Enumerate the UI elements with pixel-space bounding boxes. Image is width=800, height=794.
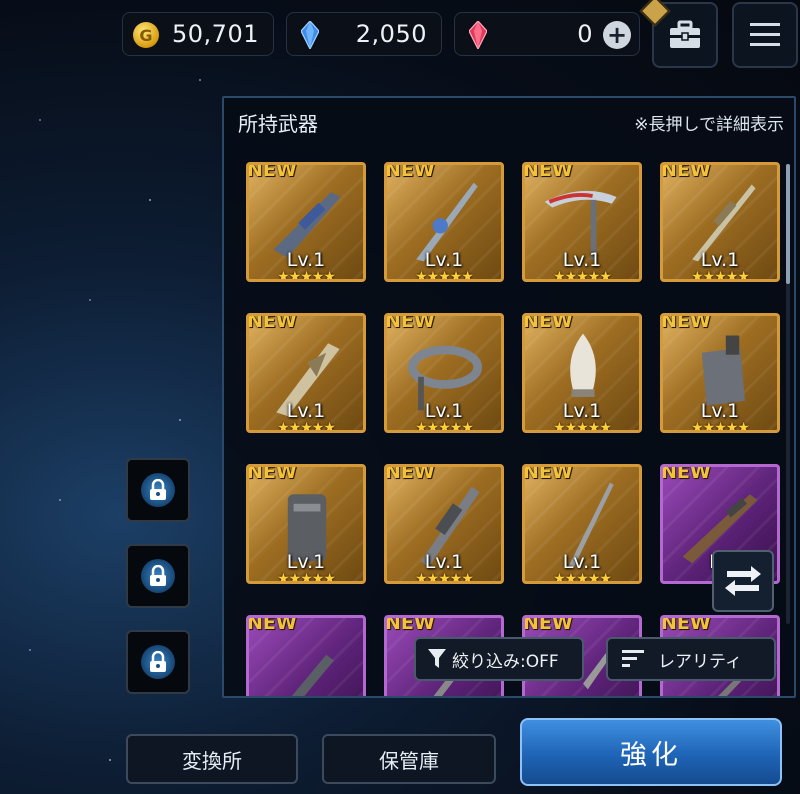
weapon-card[interactable]: NEW Lv.1 ★★★★★: [522, 464, 642, 584]
rarity-stars: ★★★★★: [553, 571, 612, 584]
new-badge: NEW: [385, 313, 435, 332]
weapon-level: Lv.1: [562, 249, 602, 271]
panel-title: 所持武器: [238, 112, 318, 136]
weapon-card[interactable]: NEW Lv.1 ★★★★★: [384, 464, 504, 584]
new-badge: NEW: [523, 162, 573, 181]
gold-amount: 50,701: [172, 20, 259, 48]
rarity-stars: ★★★★★: [415, 269, 474, 282]
gold-coin-icon: G: [133, 22, 159, 48]
weapon-card[interactable]: NEW Lv.1 ★★★★★: [660, 162, 780, 282]
new-badge: NEW: [247, 464, 297, 483]
new-badge: NEW: [661, 615, 711, 634]
premium-counter: 0 +: [454, 12, 640, 56]
add-currency-button[interactable]: +: [603, 21, 631, 49]
new-badge: NEW: [247, 162, 297, 181]
weapon-card[interactable]: NEW Lv.1 ★★★★★: [384, 162, 504, 282]
locked-slot-2[interactable]: [126, 544, 190, 608]
weapon-card[interactable]: NEW Lv.1 ★★★★★: [246, 313, 366, 433]
scrollbar-thumb[interactable]: [786, 164, 790, 284]
weapon-level: Lv.1: [286, 400, 326, 422]
blue-crystal-icon: [301, 21, 319, 49]
new-badge: NEW: [385, 464, 435, 483]
weapon-level: Lv.1: [424, 400, 464, 422]
rarity-stars: ★★★★★: [415, 420, 474, 433]
swap-arrows-icon: [725, 566, 761, 596]
rarity-stars: ★★★★★: [691, 420, 750, 433]
weapon-card[interactable]: NEW Lv.1 ★★★★★: [384, 313, 504, 433]
new-badge: NEW: [385, 615, 435, 634]
lock-icon: [141, 645, 175, 679]
enhance-button[interactable]: 強化: [520, 718, 782, 786]
crystal-amount: 2,050: [355, 20, 427, 48]
new-badge: NEW: [661, 313, 711, 332]
weapon-level: Lv.1: [700, 249, 740, 271]
new-badge: NEW: [247, 615, 297, 634]
new-badge: NEW: [661, 162, 711, 181]
locked-slot-1[interactable]: [126, 458, 190, 522]
new-badge: NEW: [523, 464, 573, 483]
weapon-card[interactable]: NEW Lv.1 ★★★★★: [522, 313, 642, 433]
rarity-stars: ★★★★★: [691, 269, 750, 282]
exchange-button[interactable]: 変換所: [126, 734, 298, 784]
lock-icon: [141, 559, 175, 593]
new-badge: NEW: [661, 464, 711, 483]
weapon-level: Lv.1: [700, 400, 740, 422]
weapon-card[interactable]: NEW: [246, 615, 366, 696]
new-badge: NEW: [247, 313, 297, 332]
weapon-level: Lv.1: [424, 551, 464, 573]
weapon-image: [291, 654, 334, 696]
weapon-card[interactable]: NEW Lv.1 ★★★★★: [246, 464, 366, 584]
briefcase-icon: [670, 20, 700, 48]
rarity-stars: ★★★★★: [415, 571, 474, 584]
hamburger-menu-icon: [750, 23, 780, 46]
rarity-stars: ★★★★★: [277, 420, 336, 433]
rarity-stars: ★★★★★: [277, 571, 336, 584]
long-press-hint: ※長押しで詳細表示: [634, 115, 784, 135]
weapon-level: Lv.1: [562, 400, 602, 422]
rarity-stars: ★★★★★: [277, 269, 336, 282]
weapon-level: Lv.1: [286, 249, 326, 271]
locked-slot-3[interactable]: [126, 630, 190, 694]
swap-view-button[interactable]: [712, 550, 774, 612]
menu-button[interactable]: [732, 2, 798, 68]
new-badge: NEW: [523, 615, 573, 634]
funnel-icon: [428, 649, 446, 668]
storage-button[interactable]: 保管庫: [322, 734, 496, 784]
new-badge: NEW: [523, 313, 573, 332]
red-crystal-icon: [469, 21, 487, 49]
sort-icon: [622, 650, 644, 667]
filter-label: 絞り込み:OFF: [452, 651, 559, 672]
gold-counter: G 50,701: [122, 12, 274, 56]
weapon-level: Lv.1: [562, 551, 602, 573]
owned-weapons-panel: 所持武器 ※長押しで詳細表示 NEW Lv.1 ★★★★★ NEW Lv.1 ★★★★★ N…: [222, 96, 796, 698]
crystal-counter: 2,050: [286, 12, 442, 56]
lock-icon: [141, 473, 175, 507]
sort-button[interactable]: レアリティ: [606, 637, 776, 681]
weapon-card[interactable]: NEW Lv.1 ★★★★★: [246, 162, 366, 282]
weapon-card[interactable]: NEW Lv.1 ★★★★★: [522, 162, 642, 282]
rarity-stars: ★★★★★: [553, 420, 612, 433]
new-badge: NEW: [385, 162, 435, 181]
weapon-level: Lv.1: [424, 249, 464, 271]
sort-label: レアリティ: [658, 651, 742, 672]
rarity-stars: ★★★★★: [553, 269, 612, 282]
filter-button[interactable]: 絞り込み:OFF: [414, 637, 584, 681]
weapon-level: Lv.1: [286, 551, 326, 573]
premium-amount: 0: [577, 20, 593, 48]
weapon-card[interactable]: NEW Lv.1 ★★★★★: [660, 313, 780, 433]
